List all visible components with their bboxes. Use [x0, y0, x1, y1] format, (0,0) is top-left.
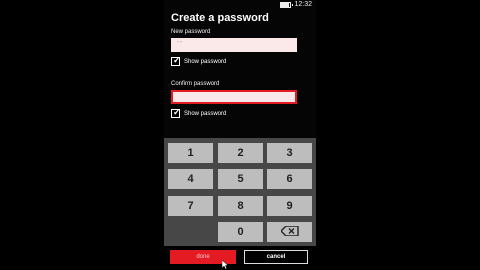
key-9[interactable]: 9: [267, 196, 312, 216]
battery-icon: [280, 2, 294, 8]
key-2[interactable]: 2: [218, 143, 263, 163]
key-0[interactable]: 0: [218, 222, 263, 242]
checkmark-icon: ✓: [173, 55, 181, 65]
show-password-row-confirm[interactable]: ✓ Show password: [171, 107, 227, 118]
page-title: Create a password: [171, 12, 269, 24]
key-8[interactable]: 8: [218, 196, 263, 216]
key-6[interactable]: 6: [267, 169, 312, 189]
action-bar: done cancel: [164, 246, 316, 270]
new-password-field[interactable]: ••: [171, 38, 297, 52]
key-4[interactable]: 4: [168, 169, 213, 189]
show-password-label-new: Show password: [184, 58, 227, 65]
status-bar: 12:32: [280, 1, 312, 9]
new-password-label: New password: [171, 29, 211, 35]
checkmark-icon: ✓: [173, 107, 181, 117]
pointer-cursor-icon: [222, 260, 229, 269]
show-password-checkbox-confirm[interactable]: ✓: [171, 107, 181, 118]
cancel-button[interactable]: cancel: [244, 250, 308, 264]
status-time: 12:32: [294, 1, 312, 8]
key-5[interactable]: 5: [218, 169, 263, 189]
new-password-value: ••: [177, 40, 184, 46]
key-1[interactable]: 1: [168, 143, 213, 163]
key-7[interactable]: 7: [168, 196, 213, 216]
backspace-key[interactable]: [267, 222, 312, 242]
phone-screen: 12:32 Create a password New password •• …: [164, 0, 316, 270]
show-password-checkbox-new[interactable]: ✓: [171, 55, 181, 66]
key-3[interactable]: 3: [267, 143, 312, 163]
show-password-label-confirm: Show password: [184, 110, 227, 117]
confirm-password-field[interactable]: [171, 90, 297, 104]
confirm-password-label: Confirm password: [171, 81, 220, 87]
video-frame: 12:32 Create a password New password •• …: [0, 0, 480, 270]
show-password-row-new[interactable]: ✓ Show password: [171, 55, 227, 66]
backspace-icon: [279, 225, 299, 238]
